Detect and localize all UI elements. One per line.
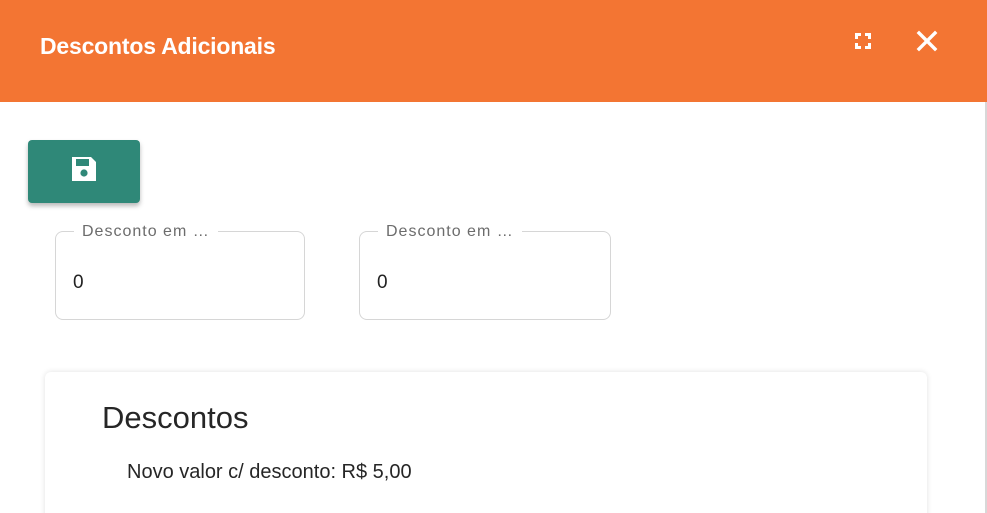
discount-field-1-label: Desconto em … [74,224,218,240]
discount-dialog: Descontos Adicionais Desconto em … 0 Des… [0,0,987,513]
discount-field-1-input[interactable] [73,272,273,294]
fullscreen-button[interactable] [848,28,878,58]
new-value-text: Novo valor c/ desconto: R$ 5,00 [127,461,412,483]
dialog-header: Descontos Adicionais [0,0,987,102]
discount-summary-card: Descontos Novo valor c/ desconto: R$ 5,0… [45,372,927,513]
close-button[interactable] [912,28,942,58]
close-icon [916,30,938,57]
discount-field-2-label: Desconto em … [378,224,522,240]
discount-field-2-input[interactable] [377,272,577,294]
dialog-title: Descontos Adicionais [40,33,276,59]
discount-field-1[interactable]: Desconto em … [55,224,305,320]
save-button[interactable] [28,140,140,203]
save-icon [69,154,99,189]
summary-title: Descontos [102,400,249,435]
discount-field-2[interactable]: Desconto em … [359,224,611,320]
fullscreen-icon [853,31,873,56]
